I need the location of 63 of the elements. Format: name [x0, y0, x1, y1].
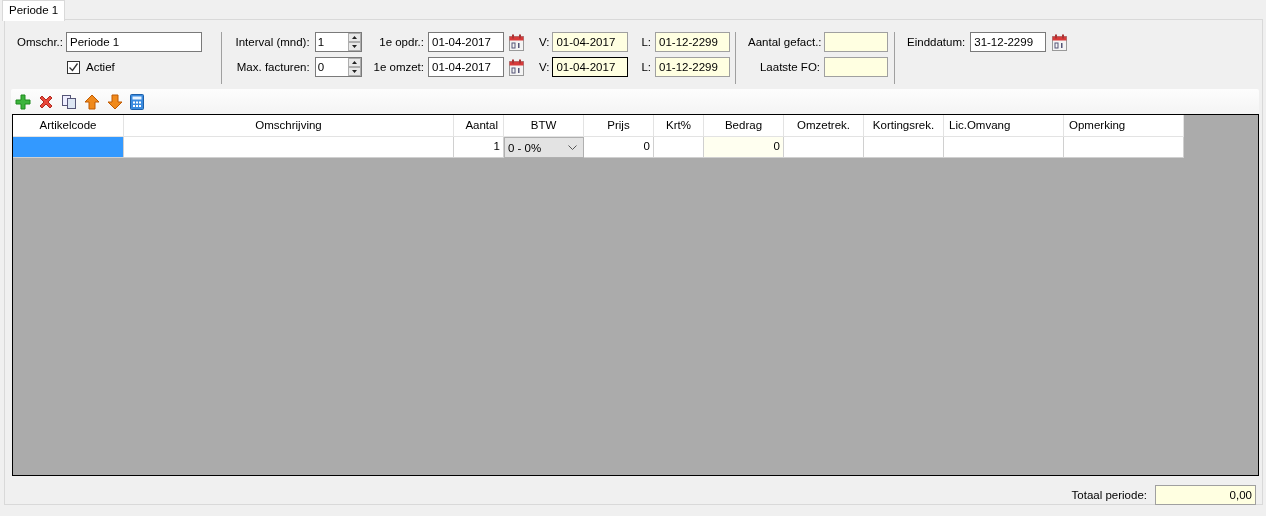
field-label: Laatste FO: [758, 61, 821, 73]
calendar-icon[interactable] [509, 58, 524, 76]
column-header[interactable]: Artikelcode [13, 115, 124, 137]
date-field[interactable]: 01-04-2017 [552, 57, 629, 77]
field-label: Max. facturen: [235, 61, 310, 73]
table-cell[interactable] [124, 137, 454, 158]
table-cell[interactable]: 0 [584, 137, 654, 158]
description-field[interactable]: Periode 1 [66, 32, 202, 52]
date-field[interactable]: 01-04-2017 [428, 57, 504, 77]
column-header[interactable]: Opmerking [1064, 115, 1184, 137]
date-field[interactable]: 31-12-2299 [970, 32, 1047, 52]
table-cell[interactable] [654, 137, 704, 158]
field-label: Einddatum: [907, 36, 966, 48]
spinner-field[interactable]: 1 [314, 32, 362, 52]
spin-arrows-icon[interactable] [348, 58, 361, 76]
field-label: L: [641, 61, 652, 73]
calendar-icon[interactable] [1052, 33, 1068, 51]
column-header[interactable]: Omzetrek. [784, 115, 864, 137]
tab[interactable]: Periode 1 [2, 0, 66, 21]
plus-icon[interactable] [15, 93, 31, 110]
date-field[interactable]: 01-12-2299 [655, 32, 731, 52]
arrow-up-icon[interactable] [84, 93, 100, 110]
table-cell[interactable] [864, 137, 944, 158]
field-label: V: [539, 36, 550, 48]
field-label: L: [641, 36, 652, 48]
field-label: Aantal gefact.: [748, 36, 821, 48]
table-cell[interactable] [13, 137, 124, 158]
field-label: Interval (mnd): [234, 36, 310, 48]
arrow-down-icon[interactable] [107, 93, 123, 110]
field-label: 1e opdr.: [378, 36, 424, 48]
table-cell[interactable]: 1 [454, 137, 504, 158]
field-label: 1e omzet: [372, 61, 424, 73]
caret-icon[interactable] [568, 144, 577, 151]
column-header[interactable]: Kortingsrek. [864, 115, 944, 137]
column-header[interactable]: Omschrijving [124, 115, 454, 137]
readonly-field[interactable] [824, 32, 889, 52]
table-cell[interactable]: 0 [704, 137, 784, 158]
column-header[interactable]: Krt% [654, 115, 704, 137]
date-field[interactable]: 01-04-2017 [428, 32, 504, 52]
checkbox-label: Actief [86, 61, 115, 73]
dropdown-cell[interactable]: 0 - 0% [504, 137, 584, 158]
field-label: Omschr.: [17, 36, 63, 48]
table-cell[interactable] [944, 137, 1064, 158]
column-header[interactable]: Prijs [584, 115, 654, 137]
column-header[interactable]: Aantal [454, 115, 504, 137]
date-field[interactable]: 01-04-2017 [552, 32, 629, 52]
column-header[interactable]: Bedrag [704, 115, 784, 137]
total-field[interactable]: 0,00 [1155, 485, 1256, 505]
column-header[interactable]: Lic.Omvang [944, 115, 1064, 137]
table-cell[interactable] [784, 137, 864, 158]
spinner-field[interactable]: 0 [314, 57, 362, 77]
column-header[interactable]: BTW [504, 115, 584, 137]
readonly-field[interactable] [824, 57, 889, 77]
copy-icon[interactable] [61, 93, 77, 110]
delete-icon[interactable] [38, 93, 54, 110]
calendar-icon[interactable] [509, 33, 524, 51]
spin-arrows-icon[interactable] [348, 33, 361, 51]
field-label: V: [539, 61, 550, 73]
total-label: Totaal periode: [1071, 489, 1147, 501]
table-cell[interactable] [1064, 137, 1184, 158]
date-field[interactable]: 01-12-2299 [655, 57, 731, 77]
checkbox[interactable] [67, 60, 80, 74]
calculator-icon[interactable] [130, 93, 144, 110]
